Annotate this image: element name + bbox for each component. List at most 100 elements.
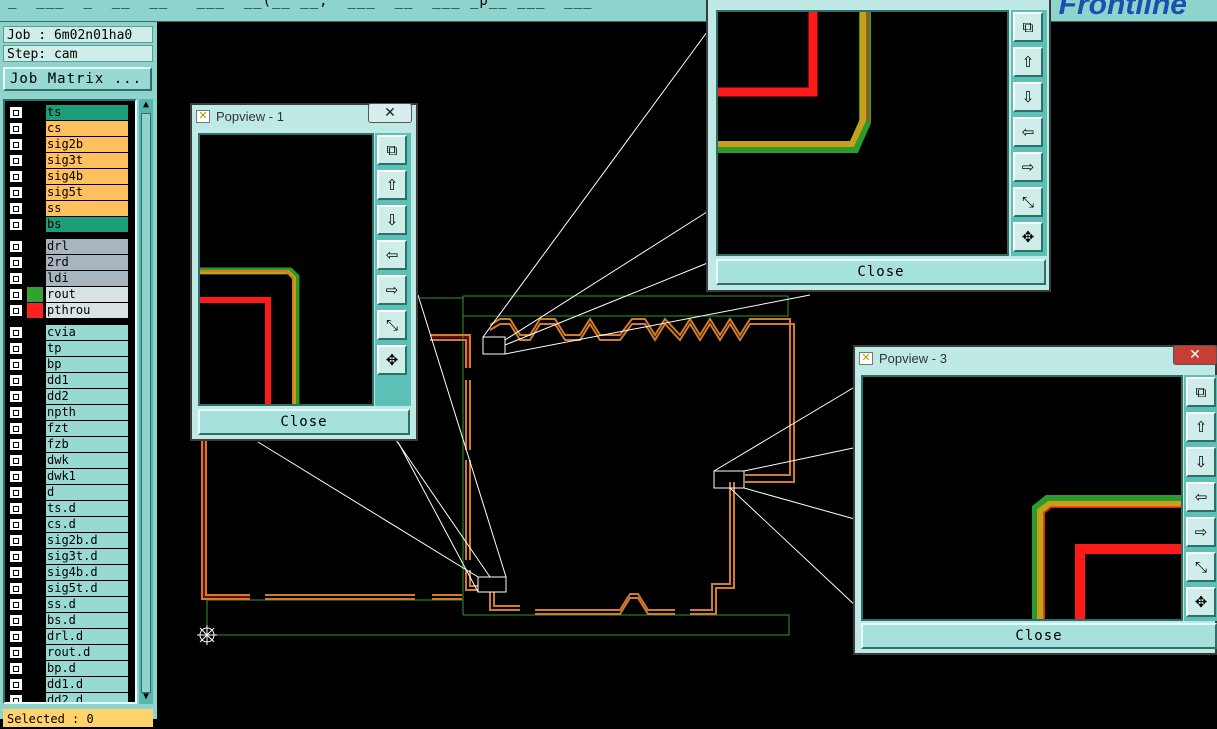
layer-checkbox[interactable] — [8, 469, 24, 484]
layer-name[interactable]: bp.d — [46, 661, 128, 676]
layer-checkbox[interactable] — [8, 169, 24, 184]
layer-color-swatch[interactable] — [27, 373, 43, 388]
layer-checkbox[interactable] — [8, 325, 24, 340]
popview-2-titlebar[interactable] — [708, 0, 1049, 6]
popview-2-view[interactable] — [716, 10, 1009, 256]
layer-name[interactable]: drl.d — [46, 629, 128, 644]
layer-name[interactable]: d — [46, 485, 128, 500]
layer-name[interactable]: sig2b — [46, 137, 128, 152]
layer-color-swatch[interactable] — [27, 389, 43, 404]
layer-row-dd1-d[interactable]: dd1.d — [8, 677, 128, 692]
layer-row-ldi[interactable]: ldi — [8, 271, 128, 286]
layer-checkbox[interactable] — [8, 661, 24, 676]
popview-3-close-button[interactable]: Close — [861, 623, 1217, 649]
layer-checkbox[interactable] — [8, 255, 24, 270]
layer-name[interactable]: sig5t.d — [46, 581, 128, 596]
layer-checkbox[interactable] — [8, 629, 24, 644]
layer-row-drl[interactable]: drl — [8, 239, 128, 254]
layer-checkbox[interactable] — [8, 105, 24, 120]
layer-checkbox[interactable] — [8, 453, 24, 468]
layer-name[interactable]: dd2 — [46, 389, 128, 404]
layer-name[interactable]: npth — [46, 405, 128, 420]
layer-checkbox[interactable] — [8, 137, 24, 152]
scroll-up-icon[interactable]: ▲ — [140, 99, 152, 111]
layer-name[interactable]: bs — [46, 217, 128, 232]
layer-name[interactable]: dd1.d — [46, 677, 128, 692]
pan-down-icon[interactable]: ⇩ — [377, 205, 407, 235]
layer-color-swatch[interactable] — [27, 271, 43, 286]
layer-name[interactable]: ts — [46, 105, 128, 120]
zoom-out-icon[interactable]: ⤡ — [1013, 187, 1043, 217]
layer-name[interactable]: cvia — [46, 325, 128, 340]
layer-row-rout[interactable]: rout — [8, 287, 128, 302]
layer-name[interactable]: fzb — [46, 437, 128, 452]
layer-checkbox[interactable] — [8, 677, 24, 692]
layer-row-d[interactable]: d — [8, 485, 128, 500]
layer-color-swatch[interactable] — [27, 217, 43, 232]
zoom-fit-icon[interactable]: ⧉ — [1013, 12, 1043, 42]
layer-row-ts[interactable]: ts — [8, 105, 128, 120]
layer-name[interactable]: drl — [46, 239, 128, 254]
layer-color-swatch[interactable] — [27, 153, 43, 168]
layer-checkbox[interactable] — [8, 549, 24, 564]
scroll-thumb[interactable] — [141, 113, 151, 693]
layer-color-swatch[interactable] — [27, 137, 43, 152]
layer-name[interactable]: ldi — [46, 271, 128, 286]
layer-color-swatch[interactable] — [27, 437, 43, 452]
layer-name[interactable]: ss — [46, 201, 128, 216]
layer-color-swatch[interactable] — [27, 645, 43, 660]
layer-color-swatch[interactable] — [27, 121, 43, 136]
layer-color-swatch[interactable] — [27, 629, 43, 644]
pan-right-icon[interactable]: ⇨ — [1186, 517, 1216, 547]
layer-color-swatch[interactable] — [27, 287, 43, 302]
layer-color-swatch[interactable] — [27, 549, 43, 564]
job-matrix-button[interactable]: Job Matrix ... — [3, 67, 152, 91]
layer-name[interactable]: sig3t — [46, 153, 128, 168]
pan-down-icon[interactable]: ⇩ — [1186, 447, 1216, 477]
layer-row-npth[interactable]: npth — [8, 405, 128, 420]
layer-color-swatch[interactable] — [27, 485, 43, 500]
layer-row-fzb[interactable]: fzb — [8, 437, 128, 452]
layer-row-cvia[interactable]: cvia — [8, 325, 128, 340]
layer-name[interactable]: cs.d — [46, 517, 128, 532]
layer-row-dwk1[interactable]: dwk1 — [8, 469, 128, 484]
popview-3-titlebar[interactable]: ✕ Popview - 3 ✕ — [855, 345, 1217, 371]
layer-color-swatch[interactable] — [27, 661, 43, 676]
layer-checkbox[interactable] — [8, 501, 24, 516]
layer-checkbox[interactable] — [8, 341, 24, 356]
layer-checkbox[interactable] — [8, 373, 24, 388]
layer-name[interactable]: pthrou — [46, 303, 128, 318]
layer-name[interactable]: ts.d — [46, 501, 128, 516]
layer-color-swatch[interactable] — [27, 341, 43, 356]
pan-right-icon[interactable]: ⇨ — [1013, 152, 1043, 182]
layer-row-dd2-d[interactable]: dd2.d — [8, 693, 128, 702]
layer-checkbox[interactable] — [8, 693, 24, 702]
layer-name[interactable]: rout — [46, 287, 128, 302]
zoom-fit-icon[interactable]: ⧉ — [377, 135, 407, 165]
layer-row-sig3t-d[interactable]: sig3t.d — [8, 549, 128, 564]
layer-color-swatch[interactable] — [27, 501, 43, 516]
layer-row-ts-d[interactable]: ts.d — [8, 501, 128, 516]
pan-right-icon[interactable]: ⇨ — [377, 275, 407, 305]
popview-3-view[interactable] — [861, 375, 1183, 621]
layer-name[interactable]: sig4b.d — [46, 565, 128, 580]
layer-row-2rd[interactable]: 2rd — [8, 255, 128, 270]
layer-color-swatch[interactable] — [27, 677, 43, 692]
layer-checkbox[interactable] — [8, 597, 24, 612]
zoom-fit-icon[interactable]: ⧉ — [1186, 377, 1216, 407]
layer-checkbox[interactable] — [8, 565, 24, 580]
pan-up-icon[interactable]: ⇧ — [377, 170, 407, 200]
layer-color-swatch[interactable] — [27, 105, 43, 120]
close-icon[interactable]: ✕ — [1173, 345, 1217, 365]
layer-checkbox[interactable] — [8, 153, 24, 168]
layer-checkbox[interactable] — [8, 421, 24, 436]
layer-name[interactable]: sig4b — [46, 169, 128, 184]
layer-row-sig5t-d[interactable]: sig5t.d — [8, 581, 128, 596]
layer-color-swatch[interactable] — [27, 185, 43, 200]
layer-checkbox[interactable] — [8, 271, 24, 286]
layer-name[interactable]: bp — [46, 357, 128, 372]
layer-name[interactable]: sig5t — [46, 185, 128, 200]
popview-1-close-button[interactable]: Close — [198, 409, 410, 435]
layer-checkbox[interactable] — [8, 303, 24, 318]
pan-up-icon[interactable]: ⇧ — [1186, 412, 1216, 442]
